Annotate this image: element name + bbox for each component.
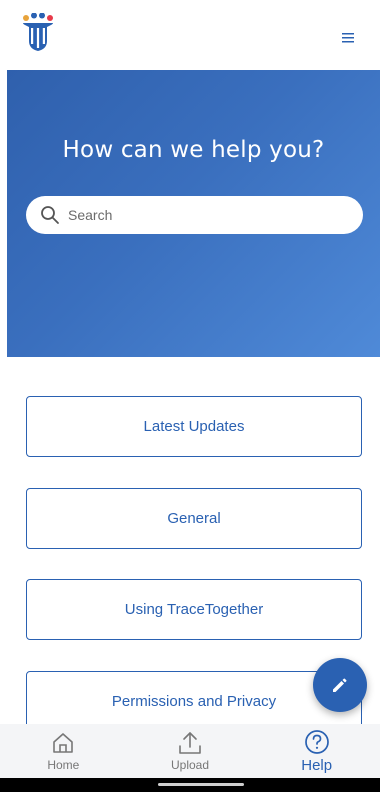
page-title: How can we help you? [62, 137, 325, 163]
category-label: Latest Updates [143, 418, 245, 435]
nav-label-upload: Upload [170, 758, 210, 772]
help-icon [304, 729, 329, 754]
category-label: General [167, 510, 221, 527]
bottom-navigation: Home Upload Help [0, 724, 380, 778]
category-latest-updates-button[interactable]: Latest Updates [26, 396, 362, 457]
search-input[interactable] [66, 206, 350, 224]
home-indicator[interactable] [158, 783, 244, 786]
help-hero-banner: How can we help you? [7, 70, 380, 357]
category-label: Using TraceTogether [124, 601, 264, 618]
nav-item-help[interactable]: Help [253, 724, 380, 778]
search-bar[interactable] [26, 196, 363, 234]
category-label: Permissions and Privacy [111, 693, 277, 710]
nav-label-help: Help [301, 756, 333, 774]
nav-item-home[interactable]: Home [0, 724, 127, 778]
category-general-button[interactable]: General [26, 488, 362, 549]
category-permissions-privacy-button[interactable]: Permissions and Privacy [26, 671, 362, 732]
nav-item-upload[interactable]: Upload [127, 724, 254, 778]
tracetogether-logo-icon [20, 12, 60, 53]
system-navigation-bar [0, 778, 380, 792]
category-using-tracetogether-button[interactable]: Using TraceTogether [26, 579, 362, 640]
home-icon [53, 733, 74, 753]
upload-icon [179, 732, 201, 754]
search-icon [41, 206, 59, 224]
pencil-icon [333, 678, 347, 692]
compose-fab-button[interactable] [313, 658, 367, 712]
top-app-bar [0, 0, 380, 70]
hamburger-menu-icon[interactable] [336, 26, 360, 50]
nav-label-home: Home [47, 758, 80, 772]
